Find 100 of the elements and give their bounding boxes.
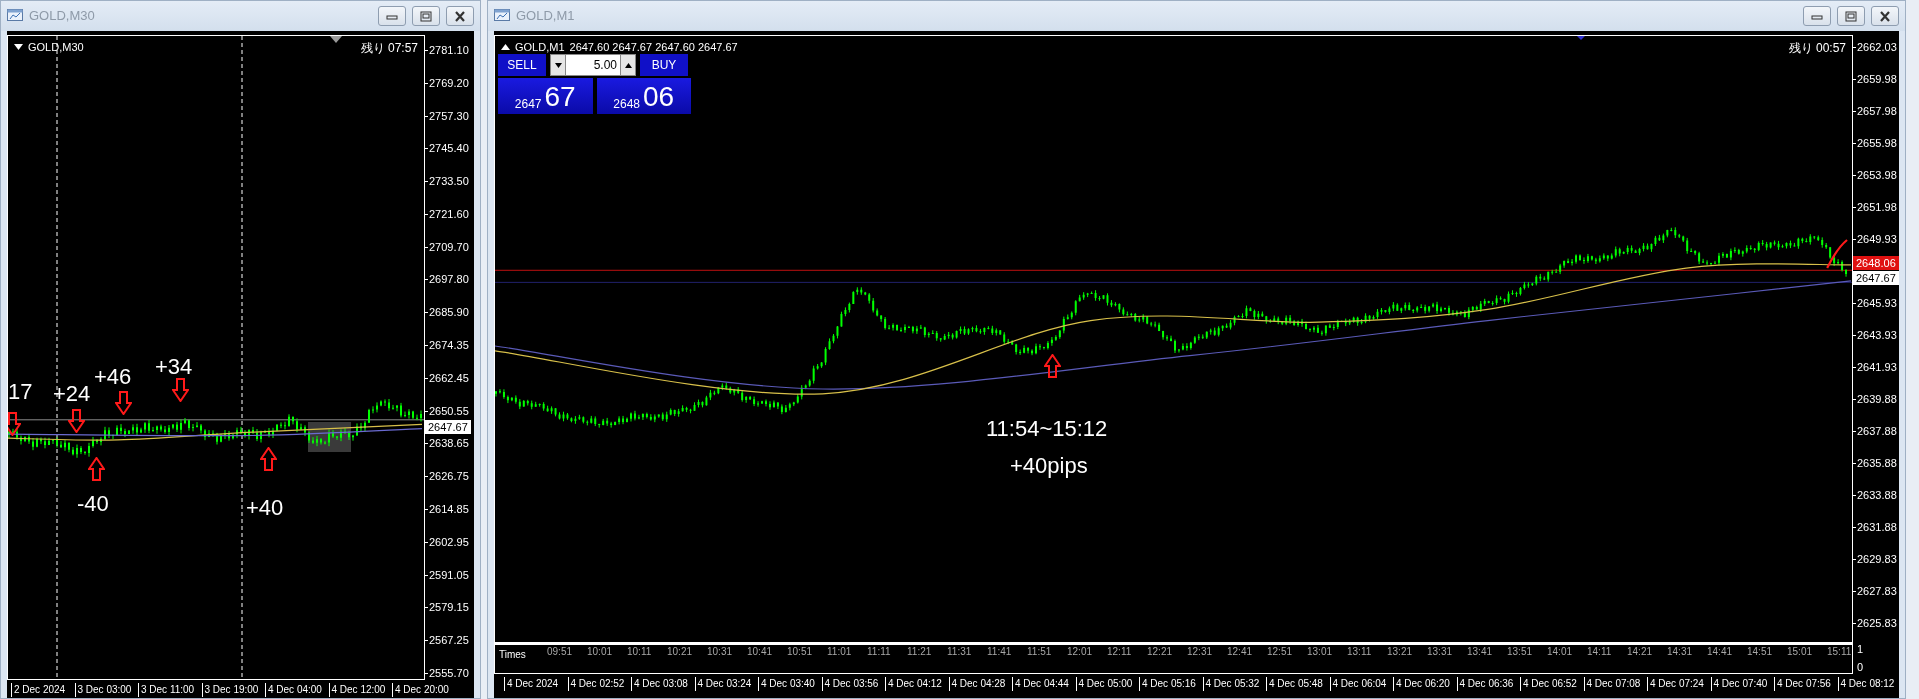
close-icon bbox=[453, 9, 467, 23]
bid-price-tag: 2647.67 bbox=[1853, 271, 1899, 285]
arrow-down-icon bbox=[115, 391, 132, 415]
indicator-time-label: 13:41 bbox=[1467, 645, 1494, 659]
time-axis-label: 4 Dec 05:32 bbox=[1202, 677, 1266, 691]
trade-result-label: +40 bbox=[246, 495, 284, 521]
time-axis-label: 4 Dec 07:24 bbox=[1647, 677, 1711, 691]
collapse-triangle-icon[interactable] bbox=[14, 44, 23, 51]
time-axis-label: 4 Dec 05:16 bbox=[1139, 677, 1203, 691]
price-axis-label: 2555.70 bbox=[425, 665, 474, 680]
arrow-up-icon bbox=[1044, 354, 1061, 378]
indicator-time-label: 10:11 bbox=[627, 645, 653, 659]
price-axis-label: 2757.30 bbox=[425, 108, 474, 123]
indicator-time-label: 14:11 bbox=[1587, 645, 1613, 659]
arrow-down-icon bbox=[172, 378, 189, 402]
indicator-time-label: 13:31 bbox=[1427, 645, 1454, 659]
time-axis-label: 3 Dec 03:00 bbox=[74, 683, 138, 697]
buy-button[interactable]: BUY bbox=[640, 54, 688, 76]
price-axis-label: 2579.15 bbox=[425, 600, 474, 615]
time-axis-label: 4 Dec 04:00 bbox=[265, 683, 329, 697]
time-axis-label: 4 Dec 03:40 bbox=[758, 677, 822, 691]
indicator-time-label: 10:41 bbox=[747, 645, 774, 659]
price-axis-label: 2631.88 bbox=[1853, 520, 1899, 534]
time-axis-label: 4 Dec 07:08 bbox=[1583, 677, 1647, 691]
lot-size-field[interactable]: 5.00 bbox=[566, 54, 620, 76]
time-axis-label: 4 Dec 06:04 bbox=[1329, 677, 1393, 691]
indicator-time-label: 10:51 bbox=[787, 645, 814, 659]
time-axis-label: 4 Dec 07:40 bbox=[1710, 677, 1774, 691]
time-axis-label: 4 Dec 2024 bbox=[504, 677, 568, 691]
arrow-up-icon bbox=[88, 457, 105, 481]
price-axis-label: 2626.75 bbox=[425, 469, 474, 484]
indicator-axis-label: 1 bbox=[1857, 643, 1865, 656]
time-axis-label: 3 Dec 19:00 bbox=[201, 683, 265, 697]
trade-result-label: +40pips bbox=[1010, 453, 1088, 479]
decrease-button[interactable] bbox=[550, 54, 566, 76]
restore-icon bbox=[419, 9, 433, 23]
indicator-time-label: 14:01 bbox=[1547, 645, 1574, 659]
indicator-time-label: 14:41 bbox=[1707, 645, 1734, 659]
price-axis-label: 2650.55 bbox=[425, 403, 474, 418]
indicator-time-label: 11:11 bbox=[867, 645, 892, 659]
time-axis-label: 4 Dec 04:12 bbox=[885, 677, 949, 691]
close-button[interactable] bbox=[1871, 6, 1899, 26]
price-axis-label: 2674.35 bbox=[425, 338, 474, 353]
time-axis-label: 4 Dec 08:12 bbox=[1837, 677, 1899, 691]
price-axis-label: 2653.98 bbox=[1853, 168, 1899, 182]
indicator-time-label: 13:01 bbox=[1307, 645, 1334, 659]
maximize-button[interactable] bbox=[412, 6, 440, 26]
price-axis-label: 2721.60 bbox=[425, 206, 474, 221]
chart-window-icon bbox=[7, 9, 23, 23]
arrow-down-icon bbox=[8, 412, 21, 436]
time-axis-label: 4 Dec 03:24 bbox=[694, 677, 758, 691]
trade-result-label: +46 bbox=[94, 364, 132, 390]
price-axis-label: 2781.10 bbox=[425, 43, 474, 57]
ohlc-values: 2647.60 2647.67 2647.60 2647.67 bbox=[569, 40, 738, 55]
indicator-time-label: 12:01 bbox=[1067, 645, 1094, 659]
indicator-time-label: 12:11 bbox=[1107, 645, 1133, 659]
bar-timer: 残り 07:57 bbox=[360, 40, 418, 57]
price-axis-label: 2649.93 bbox=[1853, 232, 1899, 246]
price-axis-label: 2567.25 bbox=[425, 633, 474, 648]
indicator-time-label: 13:21 bbox=[1387, 645, 1414, 659]
trade-result-label: 11:54~15:12 bbox=[986, 416, 1108, 442]
minimize-button[interactable] bbox=[378, 6, 406, 26]
chart-symbol-label: GOLD,M1 bbox=[515, 40, 565, 55]
shift-marker-icon bbox=[1577, 36, 1585, 40]
time-axis-label: 4 Dec 05:48 bbox=[1266, 677, 1330, 691]
price-axis-label: 2651.98 bbox=[1853, 200, 1899, 214]
indicator-time-label: 13:51 bbox=[1507, 645, 1534, 659]
minimize-button[interactable] bbox=[1803, 6, 1831, 26]
indicator-axis-label: 0 bbox=[1857, 661, 1865, 674]
price-axis-label: 2645.93 bbox=[1853, 296, 1899, 310]
sell-button[interactable]: SELL bbox=[498, 54, 546, 76]
price-axis-label: 2643.93 bbox=[1853, 328, 1899, 342]
price-axis-label: 2733.50 bbox=[425, 174, 474, 189]
increase-button[interactable] bbox=[620, 54, 636, 76]
trade-result-label: -40 bbox=[77, 491, 109, 517]
price-axis-label: 2662.03 bbox=[1853, 40, 1899, 54]
indicator-time-label: 15:01 bbox=[1787, 645, 1814, 659]
indicator-time-label: 12:41 bbox=[1227, 645, 1254, 659]
window-title: GOLD,M1 bbox=[516, 7, 575, 26]
sell-price-button[interactable]: 2647 67 bbox=[498, 78, 593, 114]
price-axis-label: 2685.90 bbox=[425, 305, 474, 320]
close-icon bbox=[1878, 9, 1892, 23]
price-axis-label: 2614.85 bbox=[425, 501, 474, 516]
time-axis-label: 2 Dec 2024 bbox=[11, 683, 75, 697]
indicator-time-label: 11:41 bbox=[987, 645, 1013, 659]
time-axis-label: 4 Dec 20:00 bbox=[392, 683, 456, 697]
expand-triangle-icon[interactable] bbox=[501, 44, 510, 51]
price-axis-label: 2627.83 bbox=[1853, 584, 1899, 598]
time-axis-label: 4 Dec 05:00 bbox=[1075, 677, 1139, 691]
price-axis-label: 2655.98 bbox=[1853, 136, 1899, 150]
time-axis-label: 4 Dec 06:36 bbox=[1456, 677, 1520, 691]
price-axis-label: 2602.95 bbox=[425, 534, 474, 549]
price-axis-label: 2709.70 bbox=[425, 239, 474, 254]
chart-window-icon bbox=[494, 9, 510, 23]
buy-price-button[interactable]: 2648 06 bbox=[596, 78, 691, 114]
close-button[interactable] bbox=[446, 6, 474, 26]
trade-result-label: +24 bbox=[53, 381, 91, 407]
price-axis-label: 2641.93 bbox=[1853, 360, 1899, 374]
price-axis-label: 2591.05 bbox=[425, 567, 474, 582]
maximize-button[interactable] bbox=[1837, 6, 1865, 26]
